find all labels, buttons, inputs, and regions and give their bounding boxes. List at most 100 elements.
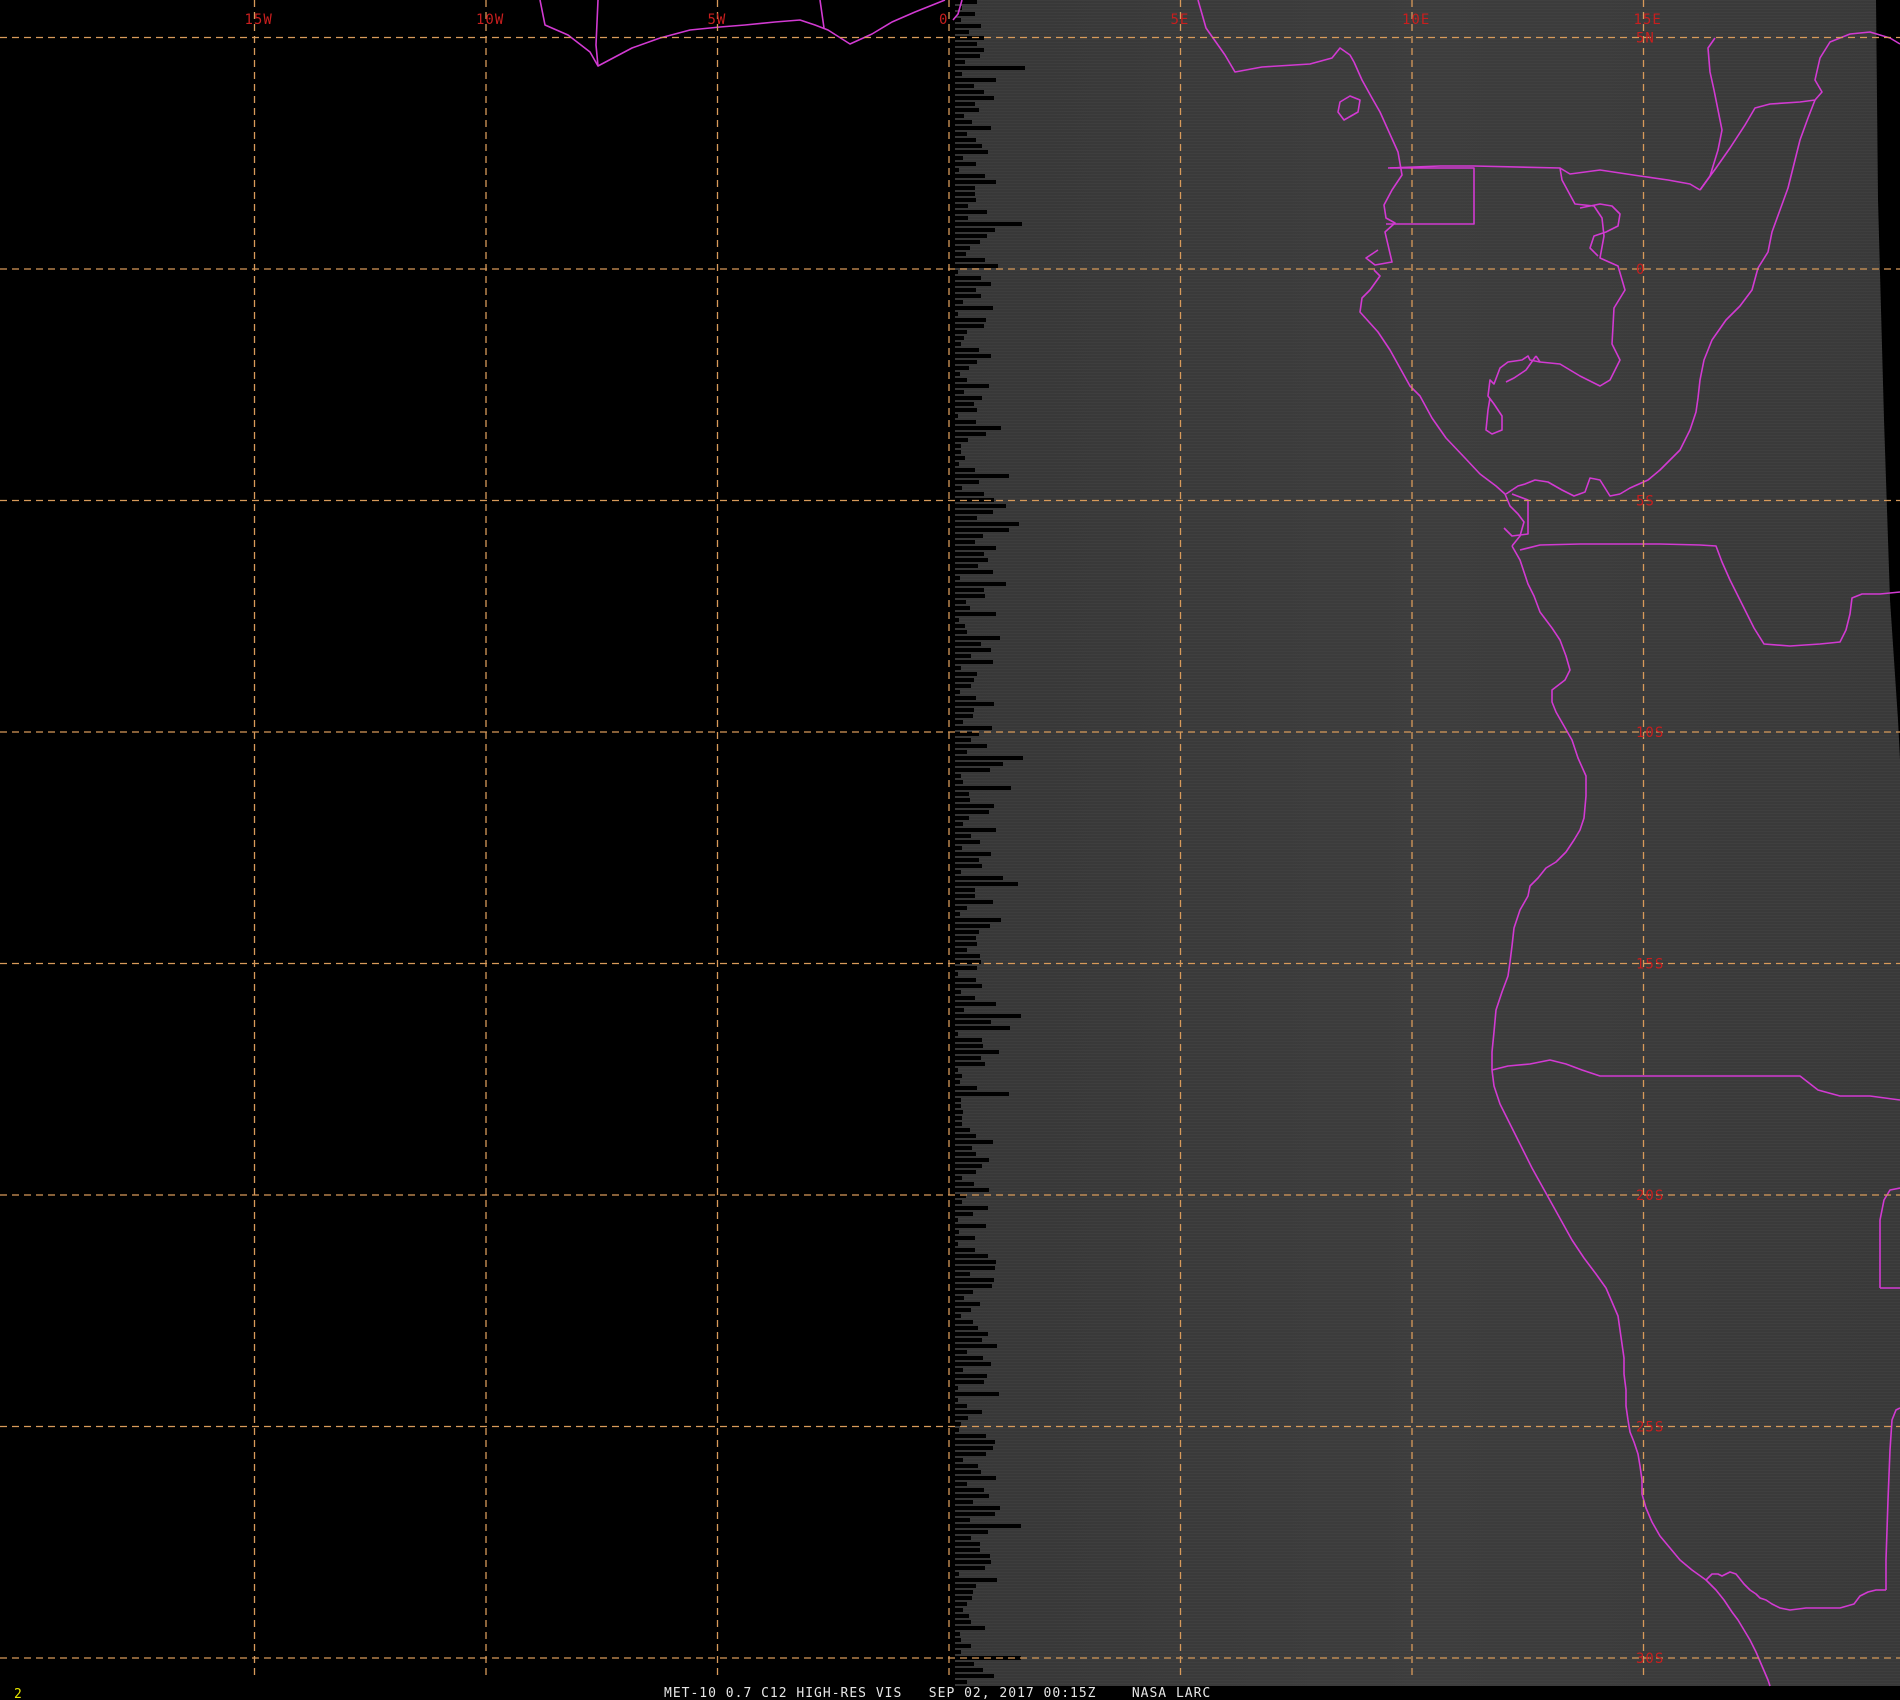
terminator-scanline [952, 1086, 977, 1090]
terminator-scanline [952, 66, 1025, 70]
terminator-scanline [952, 888, 975, 892]
terminator-scanline [952, 1488, 984, 1492]
terminator-scanline [952, 1236, 975, 1240]
terminator-scanline [952, 1050, 999, 1054]
terminator-scanline [952, 1314, 961, 1318]
terminator-scanline [952, 906, 967, 910]
terminator-scanline [952, 1008, 964, 1012]
terminator-scanline [952, 1254, 988, 1258]
coast-segment-b [819, 0, 825, 29]
terminator-scanline [952, 570, 993, 574]
terminator-scanline [952, 1212, 973, 1216]
frame-number: 2 [14, 1687, 22, 1700]
terminator-scanline [952, 834, 971, 838]
terminator-scanline [952, 582, 1006, 586]
terminator-scanline [952, 624, 965, 628]
terminator-scanline [952, 1644, 971, 1648]
terminator-scanline [952, 1524, 1021, 1528]
terminator-scanline [952, 102, 975, 106]
terminator-scanline [952, 618, 959, 622]
terminator-scanline [952, 1002, 996, 1006]
terminator-scanline [952, 1452, 986, 1456]
terminator-scanline [952, 1260, 996, 1264]
terminator-scanline [952, 300, 963, 304]
visible-imagery-region [952, 0, 1900, 1686]
terminator-scanline [952, 1140, 993, 1144]
terminator-scanline [952, 330, 967, 334]
terminator-scanline [952, 738, 971, 742]
terminator-scanline [952, 510, 993, 514]
terminator-scanline [952, 756, 1023, 760]
terminator-scanline [952, 504, 1006, 508]
terminator-scanline [952, 1458, 963, 1462]
terminator-scanline [952, 354, 991, 358]
terminator-scanline [952, 222, 1022, 226]
terminator-scanline [952, 1530, 988, 1534]
terminator-scanline [952, 1332, 988, 1336]
meridian-label: 15W [245, 12, 273, 28]
terminator-scanline [952, 666, 961, 670]
terminator-scanline [952, 234, 987, 238]
terminator-scanline [952, 1032, 958, 1036]
terminator-scanline [952, 1038, 982, 1042]
terminator-scanline [952, 1428, 959, 1432]
terminator-scanline [952, 876, 1003, 880]
terminator-scanline [952, 672, 977, 676]
terminator-scanline [952, 1224, 986, 1228]
terminator-scanline [952, 594, 985, 598]
terminator-scanline [952, 1284, 992, 1288]
terminator-scanline [952, 1668, 983, 1672]
terminator-scanline [952, 912, 960, 916]
terminator-scanline [952, 702, 994, 706]
terminator-scanline [952, 228, 995, 232]
terminator-scanline [952, 792, 969, 796]
terminator-scanline [952, 1374, 987, 1378]
terminator-scanline [952, 120, 972, 124]
terminator-scanline [952, 270, 958, 274]
meridian-label: 10W [476, 12, 504, 28]
terminator-scanline [952, 1602, 967, 1606]
terminator-scanline [952, 972, 958, 976]
terminator-scanline [952, 1560, 991, 1564]
terminator-scanline [952, 1320, 973, 1324]
terminator-scanline [952, 30, 969, 34]
terminator-scanline [952, 1170, 976, 1174]
terminator-scanline [952, 468, 975, 472]
terminator-scanline [952, 96, 994, 100]
terminator-scanline [952, 72, 962, 76]
terminator-scanline [952, 1098, 961, 1102]
terminator-scanline [952, 60, 965, 64]
terminator-scanline [952, 606, 970, 610]
terminator-scanline [952, 192, 975, 196]
terminator-scanline [952, 942, 977, 946]
parallel-label: 5N [1636, 31, 1655, 47]
terminator-scanline [952, 642, 981, 646]
terminator-scanline [952, 936, 976, 940]
terminator-scanline [952, 1632, 960, 1636]
terminator-scanline [952, 276, 981, 280]
footer-bar: 2 MET-10 0.7 C12 HIGH-RES VIS SEP 02, 20… [14, 1686, 1210, 1700]
terminator-scanline [952, 306, 993, 310]
terminator-scanline [952, 1266, 995, 1270]
terminator-scanline [952, 882, 1018, 886]
terminator-scanline [952, 1242, 958, 1246]
terminator-scanline [952, 1584, 976, 1588]
terminator-scanline [952, 636, 1000, 640]
terminator-scanline [952, 1446, 993, 1450]
terminator-scanline [952, 564, 978, 568]
terminator-scanline [952, 858, 979, 862]
parallel-label: 0 [1636, 262, 1645, 278]
terminator-scanline [952, 816, 969, 820]
terminator-scanline [952, 1344, 997, 1348]
terminator-scanline [952, 1128, 970, 1132]
terminator-scanline [952, 216, 968, 220]
terminator-scanline [952, 720, 963, 724]
terminator-scanline [952, 828, 996, 832]
meridian-label: 10E [1402, 12, 1430, 28]
terminator-scanline [952, 846, 962, 850]
parallel-label: 5S [1636, 494, 1655, 510]
terminator-scanline [952, 1422, 961, 1426]
terminator-scanline [952, 1518, 970, 1522]
meridian-label: 0 [939, 12, 948, 28]
coast-segment-a [595, 0, 599, 67]
